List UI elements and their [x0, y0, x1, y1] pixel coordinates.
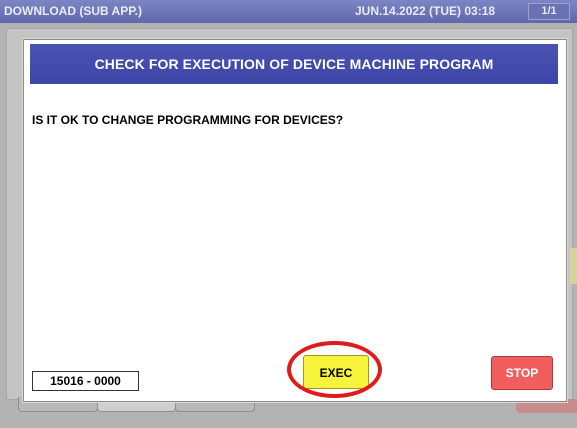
title-bar: DOWNLOAD (SUB APP.) JUN.14.2022 (TUE) 03… — [0, 0, 577, 23]
dialog-title: CHECK FOR EXECUTION OF DEVICE MACHINE PR… — [30, 44, 558, 84]
highlight-ring — [287, 341, 382, 398]
background-side-button — [570, 248, 577, 284]
app-title: DOWNLOAD (SUB APP.) — [4, 4, 142, 18]
dialog-question: IS IT OK TO CHANGE PROGRAMMING FOR DEVIC… — [32, 113, 344, 127]
message-code: 15016 - 0000 — [32, 371, 139, 391]
page-indicator: 1/1 — [528, 3, 570, 20]
datetime: JUN.14.2022 (TUE) 03:18 — [355, 4, 496, 18]
stop-button[interactable]: STOP — [491, 356, 553, 390]
confirm-dialog: CHECK FOR EXECUTION OF DEVICE MACHINE PR… — [23, 39, 567, 402]
